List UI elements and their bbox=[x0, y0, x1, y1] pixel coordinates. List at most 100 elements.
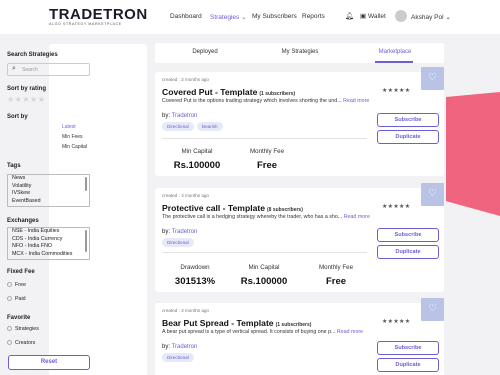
rating-stars: ★★★★★ bbox=[382, 319, 411, 325]
exchanges-heading: Exchanges bbox=[7, 218, 39, 224]
radio-icon bbox=[7, 340, 12, 346]
creator-link[interactable]: Tradetron bbox=[172, 229, 198, 235]
subscribe-button[interactable]: Subscribe bbox=[377, 228, 439, 242]
read-more-link[interactable]: Read more bbox=[337, 329, 363, 335]
description-text: Covered Put is the options trading strat… bbox=[162, 98, 342, 104]
creator-line: by: Tradetron bbox=[162, 229, 197, 235]
strategy-description: The protective call is a hedging strateg… bbox=[162, 214, 370, 220]
strategy-title: Bear Put Spread - Template bbox=[162, 318, 274, 328]
avatar[interactable] bbox=[395, 10, 407, 22]
created-date: created : 3 months ago bbox=[162, 77, 209, 82]
strategy-name[interactable]: Protective call - Template (8 subscribers… bbox=[162, 203, 303, 213]
favorite-heart-icon[interactable]: ♡ bbox=[421, 298, 444, 321]
tag-option[interactable]: Volatility bbox=[8, 183, 89, 191]
rating-stars: ★★★★★ bbox=[382, 88, 411, 94]
filter-sidebar bbox=[49, 44, 147, 375]
strategy-tabs: Deployed My Strategies Marketplace bbox=[155, 43, 444, 63]
duplicate-button[interactable]: Duplicate bbox=[377, 358, 439, 372]
subscriber-count: (1 subscribers) bbox=[259, 91, 296, 97]
duplicate-button[interactable]: Duplicate bbox=[377, 130, 439, 144]
tab-marketplace[interactable]: Marketplace bbox=[350, 49, 440, 55]
exchange-option[interactable]: NFO - India FNO bbox=[8, 243, 89, 251]
strategy-card: created : 3 months ago Bear Put Spread -… bbox=[155, 298, 444, 375]
metric-label-monthly-fee: Monthly Fee bbox=[249, 148, 285, 155]
description-text: A bear put spread is a type of vertical … bbox=[162, 329, 336, 335]
strategy-description: A bear put spread is a type of vertical … bbox=[162, 329, 363, 335]
rating-stars: ★★★★★ bbox=[382, 204, 411, 210]
reset-button[interactable]: Reset bbox=[8, 355, 90, 370]
nav-dashboard[interactable]: Dashboard bbox=[170, 13, 202, 20]
badge-directional: Directional bbox=[162, 238, 194, 247]
exchange-option[interactable]: MCX - India Commodities bbox=[8, 251, 89, 259]
subscriber-count: (8 subscribers) bbox=[267, 207, 303, 213]
by-label: by: bbox=[162, 344, 171, 350]
scrollbar[interactable] bbox=[85, 177, 87, 191]
favorite-creators-radio[interactable]: Creators bbox=[7, 340, 35, 346]
metric-label-min-capital: Min Capital bbox=[248, 264, 280, 271]
tab-deployed[interactable]: Deployed bbox=[160, 49, 250, 55]
creator-link[interactable]: Tradetron bbox=[172, 344, 198, 350]
fee-paid-radio[interactable]: Paid bbox=[7, 296, 26, 302]
strategy-card: created : 3 months ago Protective call -… bbox=[155, 183, 444, 292]
tradetron-logo[interactable]: TRADETRON ALGO STRATEGY MARKETPLACE bbox=[49, 7, 148, 27]
sort-latest[interactable]: Latest bbox=[62, 124, 76, 130]
tab-my-strategies[interactable]: My Strategies bbox=[255, 49, 345, 55]
radio-label: Paid bbox=[15, 296, 26, 302]
favorite-heading: Favorite bbox=[7, 315, 31, 321]
top-navbar: TRADETRON ALGO STRATEGY MARKETPLACE Dash… bbox=[0, 0, 500, 34]
badge-bearish: Bearish bbox=[197, 122, 223, 131]
tags-listbox[interactable]: News Volatility IVSkew EventBased bbox=[7, 174, 90, 207]
tag-option[interactable]: EventBased bbox=[8, 198, 89, 206]
scrollbar[interactable] bbox=[85, 230, 87, 252]
strategy-title: Covered Put - Template bbox=[162, 87, 258, 97]
metric-value-monthly-fee: Free bbox=[325, 276, 347, 287]
exchanges-listbox[interactable]: NSE - India Equities CDS - India Currenc… bbox=[7, 227, 90, 260]
search-input[interactable]: ⌕ Search bbox=[7, 63, 90, 76]
rating-stars-filter[interactable]: ★★★★★ bbox=[7, 95, 45, 104]
sort-min-capital[interactable]: Min Capital bbox=[62, 144, 87, 150]
fee-free-radio[interactable]: Free bbox=[7, 282, 26, 288]
wallet-link[interactable]: ▣ Wallet bbox=[360, 12, 386, 20]
wallet-label: Wallet bbox=[367, 13, 386, 20]
fixed-fee-heading: Fixed Fee bbox=[7, 269, 35, 275]
nav-strategies[interactable]: Strategies ⌄ bbox=[210, 13, 247, 21]
subscriber-count: (1 subscribers) bbox=[275, 322, 312, 328]
sort-min-fees[interactable]: Min Fees bbox=[62, 134, 83, 140]
tags-heading: Tags bbox=[7, 163, 21, 169]
favorite-heart-icon[interactable]: ♡ bbox=[421, 67, 444, 90]
read-more-link[interactable]: Read more bbox=[343, 98, 369, 104]
metric-value-min-capital: Rs.100000 bbox=[240, 276, 288, 287]
creator-link[interactable]: Tradetron bbox=[172, 113, 198, 119]
divider bbox=[162, 252, 367, 253]
metric-label-drawdown: Drawdown bbox=[180, 264, 210, 271]
badge-directional: Directional bbox=[162, 353, 194, 362]
favorite-strategies-radio[interactable]: Strategies bbox=[7, 326, 39, 332]
description-text: The protective call is a hedging strateg… bbox=[162, 214, 343, 220]
nav-my-subscribers[interactable]: My Subscribers bbox=[252, 13, 297, 20]
strategy-name[interactable]: Bear Put Spread - Template (1 subscribers… bbox=[162, 318, 311, 328]
metric-value-min-capital: Rs.100000 bbox=[173, 160, 221, 171]
sort-by-heading: Sort by bbox=[7, 114, 28, 120]
search-placeholder: Search bbox=[22, 67, 38, 73]
exchange-option[interactable]: CDS - India Currency bbox=[8, 236, 89, 244]
exchange-option[interactable]: NSE - India Equities bbox=[8, 228, 89, 236]
created-date: created : 3 months ago bbox=[162, 308, 209, 313]
strategy-name[interactable]: Covered Put - Template (1 subscribers) bbox=[162, 87, 295, 97]
created-date: created : 3 months ago bbox=[162, 193, 209, 198]
metric-value-drawdown: 301513% bbox=[174, 276, 216, 287]
metric-value-monthly-fee: Free bbox=[256, 160, 278, 171]
read-more-link[interactable]: Read more bbox=[344, 214, 370, 220]
search-strategies-heading: Search Strategies bbox=[7, 52, 58, 58]
tag-option[interactable]: IVSkew bbox=[8, 190, 89, 198]
nav-reports[interactable]: Reports bbox=[302, 13, 325, 20]
radio-icon bbox=[7, 296, 12, 302]
tag-option[interactable]: News bbox=[8, 175, 89, 183]
bell-icon[interactable]: 🔔︎ bbox=[345, 12, 354, 20]
subscribe-button[interactable]: Subscribe bbox=[377, 113, 439, 127]
favorite-heart-icon[interactable]: ♡ bbox=[421, 183, 444, 206]
user-menu[interactable]: Akshay Pol ⌄ bbox=[411, 13, 451, 21]
duplicate-button[interactable]: Duplicate bbox=[377, 245, 439, 259]
subscribe-button[interactable]: Subscribe bbox=[377, 341, 439, 355]
search-icon: ⌕ bbox=[12, 65, 16, 72]
metric-label-min-capital: Min Capital bbox=[181, 148, 213, 155]
